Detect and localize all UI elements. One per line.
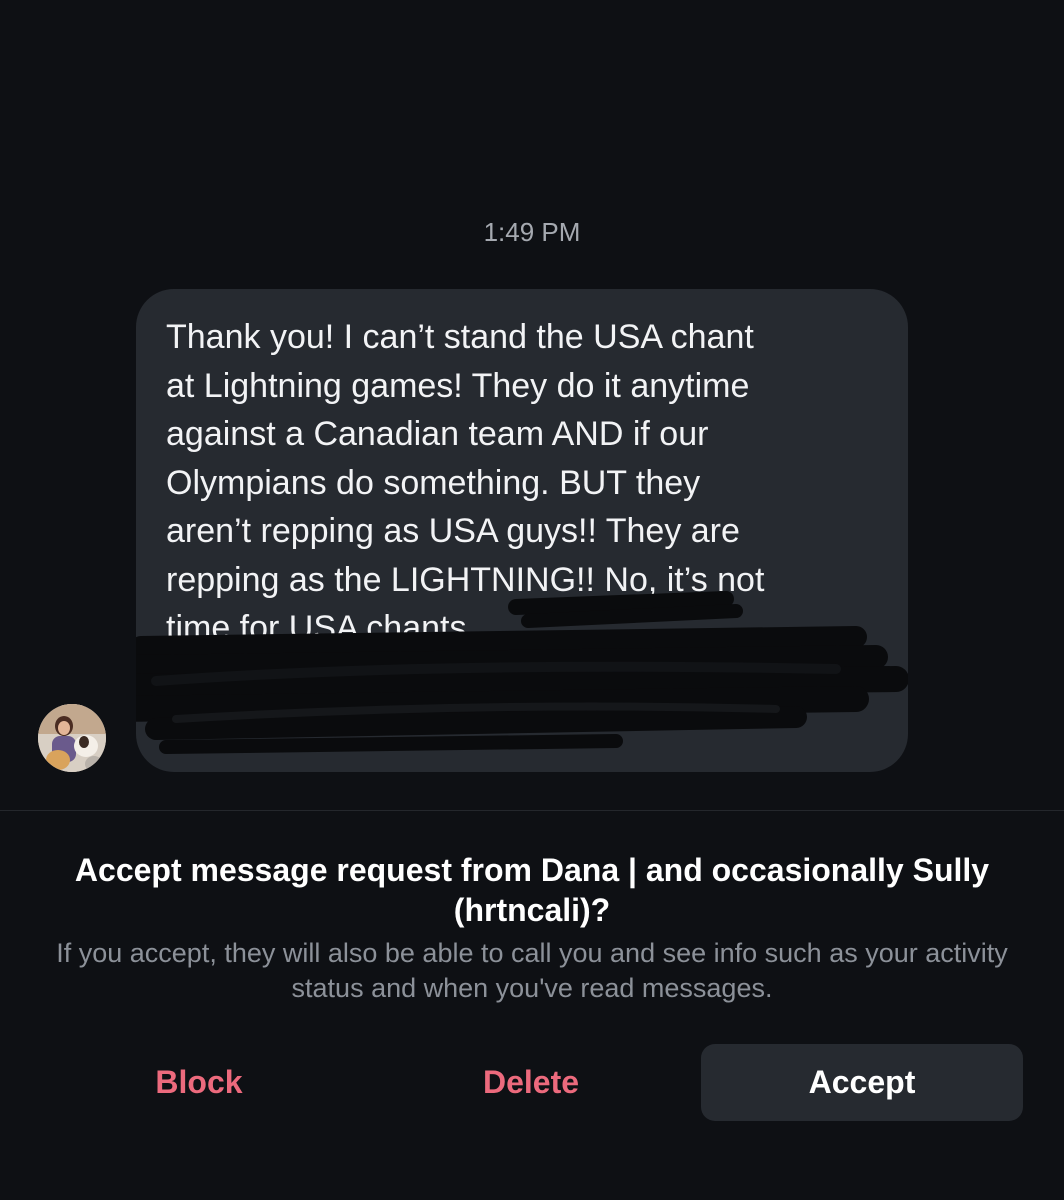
- request-title: Accept message request from Dana | and o…: [74, 852, 990, 928]
- section-divider: [0, 810, 1064, 811]
- message-timestamp: 1:49 PM: [483, 217, 581, 247]
- message-bubble[interactable]: Thank you! I can’t stand the USA chant a…: [136, 289, 908, 772]
- message-request-screen: 1:49 PM Thank you! I can’t stand the USA…: [0, 0, 1064, 1200]
- accept-button[interactable]: Accept: [701, 1044, 1023, 1121]
- sender-avatar[interactable]: [38, 704, 106, 772]
- message-text: Thank you! I can’t stand the USA chant a…: [166, 318, 765, 647]
- avatar-photo-icon: [38, 704, 106, 772]
- block-button[interactable]: Block: [40, 1044, 358, 1121]
- delete-button[interactable]: Delete: [372, 1044, 690, 1121]
- request-actions: Block Delete Accept: [0, 1044, 1064, 1121]
- request-description: If you accept, they will also be able to…: [56, 938, 1008, 1003]
